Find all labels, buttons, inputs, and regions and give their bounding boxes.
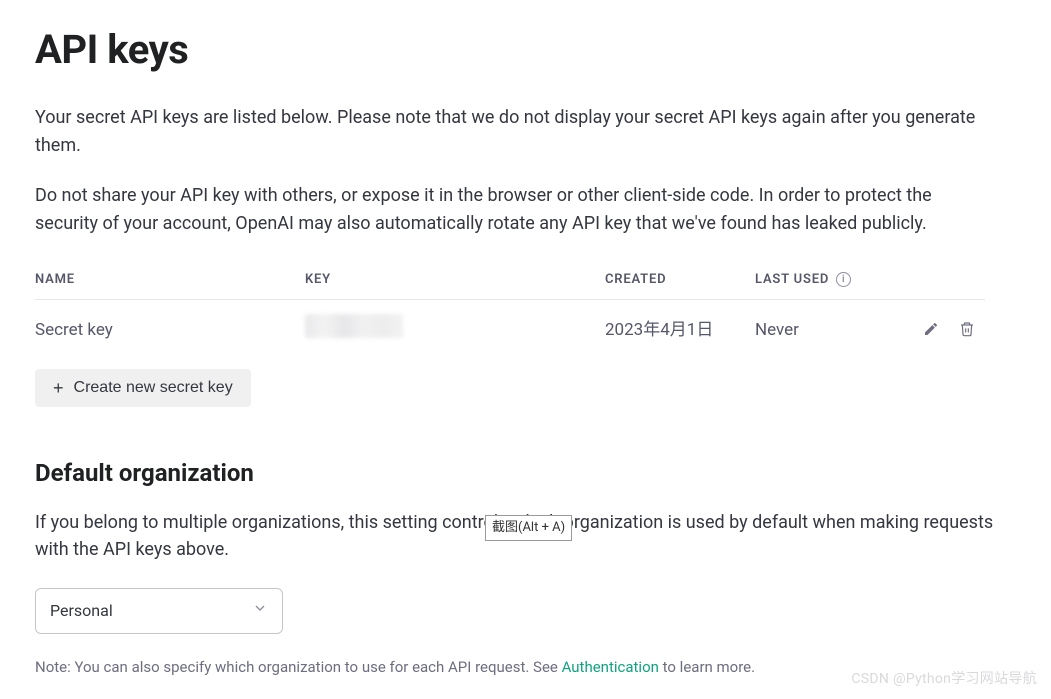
- edit-key-button[interactable]: [921, 319, 941, 342]
- org-note: Note: You can also specify which organiz…: [35, 656, 1016, 679]
- create-button-label: Create new secret key: [74, 379, 233, 397]
- plus-icon: +: [53, 379, 64, 397]
- column-header-name: NAME: [35, 260, 305, 300]
- authentication-link[interactable]: Authentication: [562, 658, 659, 676]
- delete-key-button[interactable]: [957, 319, 977, 342]
- intro-paragraph-2: Do not share your API key with others, o…: [35, 182, 995, 238]
- column-header-created: CREATED: [605, 260, 755, 300]
- key-value-cell: [305, 300, 605, 361]
- pencil-icon: [923, 321, 939, 340]
- intro-paragraph-1: Your secret API keys are listed below. P…: [35, 104, 995, 160]
- key-last-used-cell: Never: [755, 300, 905, 361]
- info-icon[interactable]: i: [836, 272, 851, 287]
- column-header-key: KEY: [305, 260, 605, 300]
- organization-select[interactable]: Personal: [35, 588, 283, 634]
- trash-icon: [959, 321, 975, 340]
- table-row: Secret key 2023年4月1日 Never: [35, 300, 985, 361]
- column-header-last-used: LAST USED i: [755, 260, 905, 300]
- chevron-down-icon: [252, 599, 268, 623]
- masked-key: [305, 314, 403, 338]
- organization-selected-value: Personal: [50, 599, 113, 623]
- create-new-secret-key-button[interactable]: + Create new secret key: [35, 369, 251, 407]
- api-keys-table: NAME KEY CREATED LAST USED i Secret key …: [35, 260, 985, 361]
- screenshot-tooltip: 截图(Alt + A): [485, 515, 572, 541]
- default-organization-heading: Default organization: [35, 455, 1016, 491]
- key-name-cell: Secret key: [35, 300, 305, 361]
- page-title: API keys: [35, 20, 1016, 80]
- key-created-cell: 2023年4月1日: [605, 300, 755, 361]
- org-description: If you belong to multiple organizations,…: [35, 509, 995, 565]
